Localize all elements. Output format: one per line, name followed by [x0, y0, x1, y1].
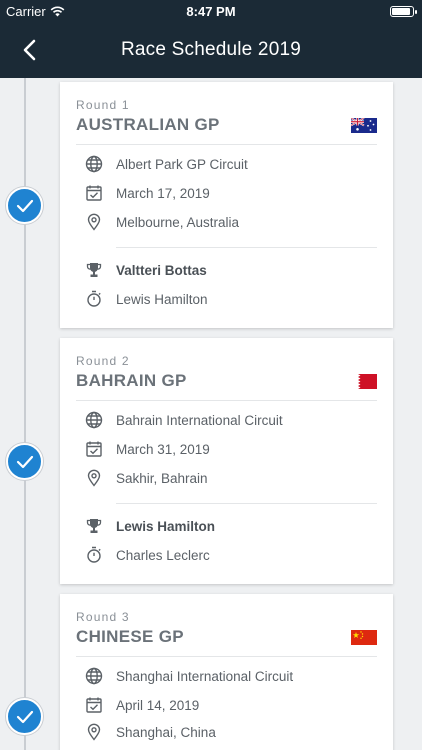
globe-icon [84, 666, 104, 686]
checkmark-icon [16, 455, 33, 468]
location-pin-icon [84, 722, 104, 742]
fastest-lap-driver: Charles Leclerc [116, 547, 210, 563]
location-pin-icon [84, 468, 104, 488]
completed-check-badge [6, 443, 43, 480]
clock: 8:47 PM [186, 4, 236, 19]
fastest-lap-driver: Lewis Hamilton [116, 291, 208, 307]
calendar-check-icon [84, 183, 104, 203]
race-date: March 17, 2019 [116, 185, 210, 201]
timeline-line [24, 78, 26, 750]
divider [116, 503, 377, 504]
race-winner: Lewis Hamilton [116, 518, 216, 534]
globe-icon [84, 410, 104, 430]
location-row: Shanghai, China [84, 720, 377, 744]
bahrain-flag-icon [351, 374, 377, 389]
divider [76, 400, 377, 401]
race-name: AUSTRALIAN GP [76, 115, 220, 134]
completed-check-badge [6, 698, 43, 735]
round-label: Round 3 [76, 610, 130, 624]
navigation-bar: Race Schedule 2019 [0, 24, 422, 78]
completed-check-badge [6, 187, 43, 224]
globe-icon [84, 154, 104, 174]
trophy-icon [84, 260, 104, 280]
race-card-bahrain-gp[interactable]: Round 2 BAHRAIN GP Bahrain International… [60, 338, 393, 584]
date-row: March 31, 2019 [84, 437, 377, 461]
circuit-row: Bahrain International Circuit [84, 408, 377, 432]
winner-row: Valtteri Bottas [84, 258, 377, 282]
winner-row: Lewis Hamilton [84, 514, 377, 538]
trophy-icon [84, 516, 104, 536]
round-label: Round 1 [76, 98, 130, 112]
australia-flag-icon [351, 118, 377, 133]
checkmark-icon [16, 710, 33, 723]
fastest-lap-row: Lewis Hamilton [84, 287, 377, 311]
battery-icon [390, 6, 417, 17]
fastest-lap-row: Charles Leclerc [84, 543, 377, 567]
date-row: March 17, 2019 [84, 181, 377, 205]
stopwatch-icon [84, 289, 104, 309]
circuit-name: Albert Park GP Circuit [116, 156, 248, 172]
race-card-australian-gp[interactable]: Round 1 AUSTRALIAN GP Albert Park GP Cir… [60, 82, 393, 328]
date-row: April 14, 2019 [84, 693, 377, 717]
stopwatch-icon [84, 545, 104, 565]
race-date: March 31, 2019 [116, 441, 210, 457]
location-row: Sakhir, Bahrain [84, 466, 377, 490]
race-location: Melbourne, Australia [116, 214, 240, 230]
page-title: Race Schedule 2019 [120, 39, 301, 60]
race-name: CHINESE GP [76, 627, 184, 646]
location-row: Melbourne, Australia [84, 210, 377, 234]
circuit-name: Bahrain International Circuit [116, 412, 283, 428]
circuit-name: Shanghai International Circuit [116, 668, 294, 684]
status-bar: Carrier 8:47 PM [0, 0, 422, 24]
race-date: April 14, 2019 [116, 697, 200, 713]
circuit-row: Shanghai International Circuit [84, 664, 377, 688]
race-location: Sakhir, Bahrain [116, 470, 208, 486]
round-label: Round 2 [76, 354, 130, 368]
location-pin-icon [84, 212, 104, 232]
calendar-check-icon [84, 439, 104, 459]
divider [76, 144, 377, 145]
divider [76, 656, 377, 657]
race-winner: Valtteri Bottas [116, 262, 207, 278]
race-location: Shanghai, China [116, 724, 216, 740]
circuit-row: Albert Park GP Circuit [84, 152, 377, 176]
calendar-check-icon [84, 695, 104, 715]
race-card-chinese-gp[interactable]: Round 3 CHINESE GP Shanghai Internationa… [60, 594, 393, 750]
divider [116, 247, 377, 248]
china-flag-icon [351, 630, 377, 645]
race-name: BAHRAIN GP [76, 371, 187, 390]
checkmark-icon [16, 199, 33, 212]
